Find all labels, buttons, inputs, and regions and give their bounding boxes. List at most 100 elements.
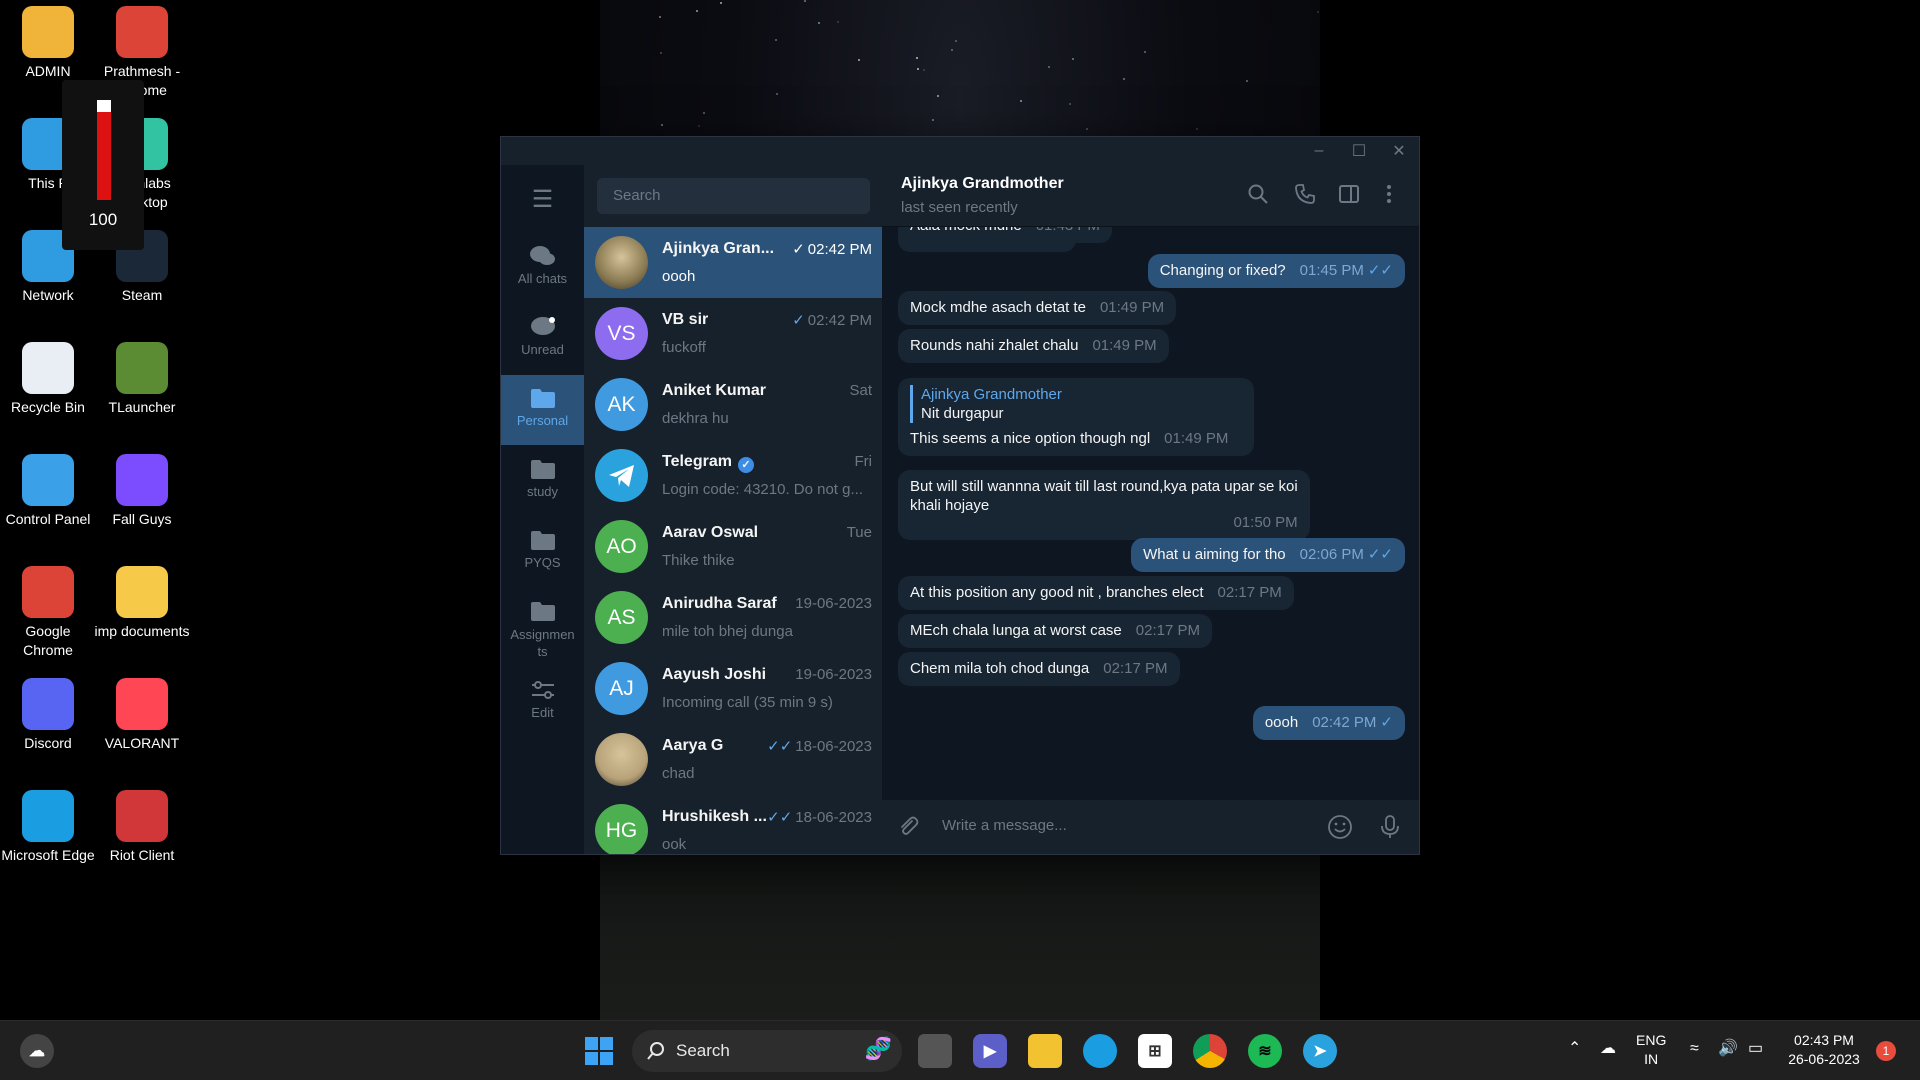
- chat-title[interactable]: Ajinkya Grandmother: [901, 175, 1064, 193]
- attach-icon[interactable]: [896, 814, 920, 838]
- taskbar-search[interactable]: Search 🧬: [632, 1030, 902, 1072]
- maximize-button[interactable]: ☐: [1339, 137, 1379, 165]
- clock[interactable]: 02:43 PM 26-06-2023: [1782, 1031, 1866, 1069]
- spotify-icon[interactable]: ≋: [1248, 1034, 1282, 1068]
- start-icon[interactable]: [582, 1034, 616, 1068]
- tlauncher-icon: [116, 342, 168, 394]
- chat-time-text: 19-06-2023: [795, 666, 872, 683]
- chat-list-item[interactable]: VS VB sir ✓ 02:42 PM fuckoff: [584, 298, 882, 369]
- volume-level-bar: [97, 100, 111, 200]
- desktop-icon[interactable]: Recycle Bin: [0, 342, 96, 417]
- incoming-message[interactable]: MEch chala lunga at worst case 02:17 PM: [898, 614, 1212, 648]
- desktop-icon[interactable]: Control Panel: [0, 454, 96, 529]
- desktop-icon[interactable]: Google Chrome: [0, 566, 96, 660]
- desktop-icon[interactable]: TLauncher: [94, 342, 190, 417]
- desktop-icon[interactable]: Riot Client: [94, 790, 190, 865]
- avatar: AK: [595, 378, 648, 431]
- desktop-icon[interactable]: imp documents: [94, 566, 190, 641]
- wallpaper-star: [696, 9, 699, 12]
- incoming-message[interactable]: At this position any good nit , branches…: [898, 576, 1294, 610]
- chat-pane: Ajinkya Grandmother last seen recently M…: [882, 165, 1419, 854]
- folder-label: PYQS: [524, 555, 561, 570]
- folder-study[interactable]: study: [501, 446, 584, 516]
- outgoing-message[interactable]: oooh 02:42 PM ✓: [1252, 706, 1405, 740]
- window-titlebar[interactable]: – ☐ ✕: [501, 137, 1419, 165]
- chat-preview: Login code: 43210. Do not g...: [662, 481, 863, 498]
- incoming-message[interactable]: Mock mdhe asach detat te 01:49 PM: [898, 291, 1177, 325]
- folder-edit[interactable]: Edit: [501, 667, 584, 737]
- folder-all-chats[interactable]: All chats: [501, 233, 584, 303]
- folder-label: Edit: [531, 705, 554, 720]
- chat-preview: Incoming call (35 min 9 s): [662, 694, 833, 711]
- incoming-message[interactable]: Aala mock mdhe 01:43 PM: [898, 227, 1112, 243]
- desktop-icon-label: Microsoft Edge: [1, 847, 95, 863]
- wifi-icon[interactable]: ≈: [1690, 1039, 1699, 1058]
- folder-pyqs[interactable]: PYQS: [501, 517, 584, 587]
- store-icon[interactable]: ⊞: [1138, 1034, 1172, 1068]
- microphone-icon[interactable]: [1379, 814, 1401, 840]
- outgoing-message[interactable]: What u aiming for tho 02:06 PM ✓✓: [1131, 538, 1405, 572]
- chat-list-item[interactable]: Aarya G ✓✓ 18-06-2023 chad: [584, 724, 882, 795]
- search-input[interactable]: Search: [597, 178, 870, 214]
- language-indicator[interactable]: ENG IN: [1636, 1031, 1666, 1069]
- search-icon[interactable]: [1245, 183, 1271, 205]
- chat-list-item[interactable]: AJ Aayush Joshi 19-06-2023 Incoming call (3…: [584, 653, 882, 724]
- incoming-message[interactable]: But will still wannna wait till last rou…: [898, 470, 1310, 540]
- chat-list-item[interactable]: AO Aarav Oswal Tue Thike thike: [584, 511, 882, 582]
- incoming-message[interactable]: Ajinkya Grandmother Nit durgapur This seem…: [898, 378, 1254, 456]
- battery-icon[interactable]: ▭: [1748, 1039, 1763, 1058]
- chat-list-item[interactable]: AS Anirudha Saraf 19-06-2023 mile toh bhej …: [584, 582, 882, 653]
- sidebar-toggle-icon[interactable]: [1336, 183, 1362, 205]
- reply-quote[interactable]: Ajinkya Grandmother Nit durgapur: [910, 385, 1240, 423]
- telegram-icon[interactable]: ➤: [1303, 1034, 1337, 1068]
- file-manager-icon[interactable]: [918, 1034, 952, 1068]
- chat-list-item[interactable]: AK Aniket Kumar Sat dekhra hu: [584, 369, 882, 440]
- weather-icon[interactable]: ☁: [20, 1034, 54, 1068]
- chat-preview: mile toh bhej dunga: [662, 623, 793, 640]
- phone-icon[interactable]: [1292, 183, 1318, 205]
- chrome-icon[interactable]: [1193, 1034, 1227, 1068]
- message-input[interactable]: Write a message...: [942, 817, 1067, 834]
- desktop-icon[interactable]: Microsoft Edge: [0, 790, 96, 865]
- desktop-icon-label: VALORANT: [104, 735, 180, 751]
- explorer-icon[interactable]: [1028, 1034, 1062, 1068]
- folder-unread[interactable]: Unread: [501, 304, 584, 374]
- wallpaper-star: [954, 39, 957, 42]
- notification-badge[interactable]: 1: [1876, 1041, 1896, 1061]
- folder-assignmen-ts[interactable]: Assignmen ts: [501, 588, 584, 666]
- chat-name-text: Ajinkya Gran...: [662, 240, 775, 257]
- close-button[interactable]: ✕: [1379, 137, 1419, 165]
- wallpaper-star: [837, 20, 840, 23]
- chrome-icon: [116, 6, 168, 58]
- hamburger-menu-icon[interactable]: ☰: [501, 185, 584, 214]
- chrome-icon: [22, 566, 74, 618]
- chat-preview: Thike thike: [662, 552, 735, 569]
- outgoing-message[interactable]: Changing or fixed? 01:45 PM ✓✓: [1147, 254, 1405, 288]
- chat-preview: fuckoff: [662, 339, 706, 356]
- desktop-icon[interactable]: ADMIN: [0, 6, 96, 81]
- search-icon: [647, 1042, 664, 1060]
- folder-icon: [530, 460, 555, 479]
- more-options-icon[interactable]: [1376, 183, 1402, 205]
- meet-icon[interactable]: ▶: [973, 1034, 1007, 1068]
- wallpaper-star: [916, 67, 919, 70]
- chat-list-item[interactable]: Telegram ✓ Fri Login code: 43210. Do not g.…: [584, 440, 882, 511]
- onedrive-icon[interactable]: ☁: [1600, 1039, 1616, 1058]
- volume-icon[interactable]: 🔊: [1718, 1039, 1738, 1058]
- desktop-icon[interactable]: Discord: [0, 678, 96, 753]
- message-text: At this position any good nit , branches…: [910, 584, 1204, 601]
- incoming-message[interactable]: Chem mila toh chod dunga 02:17 PM: [898, 652, 1180, 686]
- desktop-icon[interactable]: VALORANT: [94, 678, 190, 753]
- emoji-icon[interactable]: [1327, 814, 1353, 840]
- chevron-up-icon[interactable]: ⌃: [1568, 1039, 1581, 1058]
- incoming-message[interactable]: Rounds nahi zhalet chalu 01:49 PM: [898, 329, 1169, 363]
- minimize-button[interactable]: –: [1299, 137, 1339, 165]
- chat-list-item[interactable]: HG Hrushikesh ... ✓✓ 18-06-2023 ook: [584, 795, 882, 854]
- chat-header[interactable]: Ajinkya Grandmother last seen recently: [882, 165, 1419, 227]
- message-time: 01:49 PM: [1099, 299, 1165, 316]
- chat-list-item[interactable]: Ajinkya Gran... ✓ 02:42 PM oooh: [584, 227, 882, 298]
- edge-icon[interactable]: [1083, 1034, 1117, 1068]
- chat-time: ✓ 02:42 PM: [792, 311, 872, 329]
- desktop-icon[interactable]: Fall Guys: [94, 454, 190, 529]
- folder-personal[interactable]: Personal: [501, 375, 584, 445]
